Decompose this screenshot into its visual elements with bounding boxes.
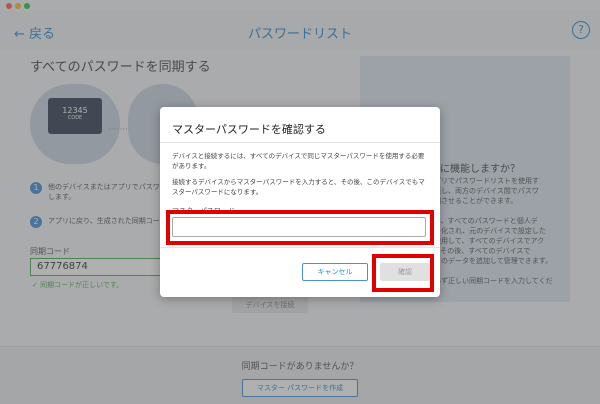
dialog-divider: [160, 247, 440, 248]
cancel-button[interactable]: キャンセル: [302, 263, 368, 281]
dialog-divider: [160, 142, 440, 143]
confirm-button-highlight: [372, 254, 434, 292]
dialog-paragraph-1: デバイスと接続するには、すべてのデバイスで同じマスターパスワードを使用する必要が…: [172, 152, 425, 170]
password-field-highlight: [166, 210, 434, 245]
dialog-paragraph-2: 接続するデバイスからマスターパスワードを入力すると、その後、このデバイスでもマス…: [172, 178, 425, 196]
dialog-title: マスターパスワードを確認する: [172, 123, 326, 136]
